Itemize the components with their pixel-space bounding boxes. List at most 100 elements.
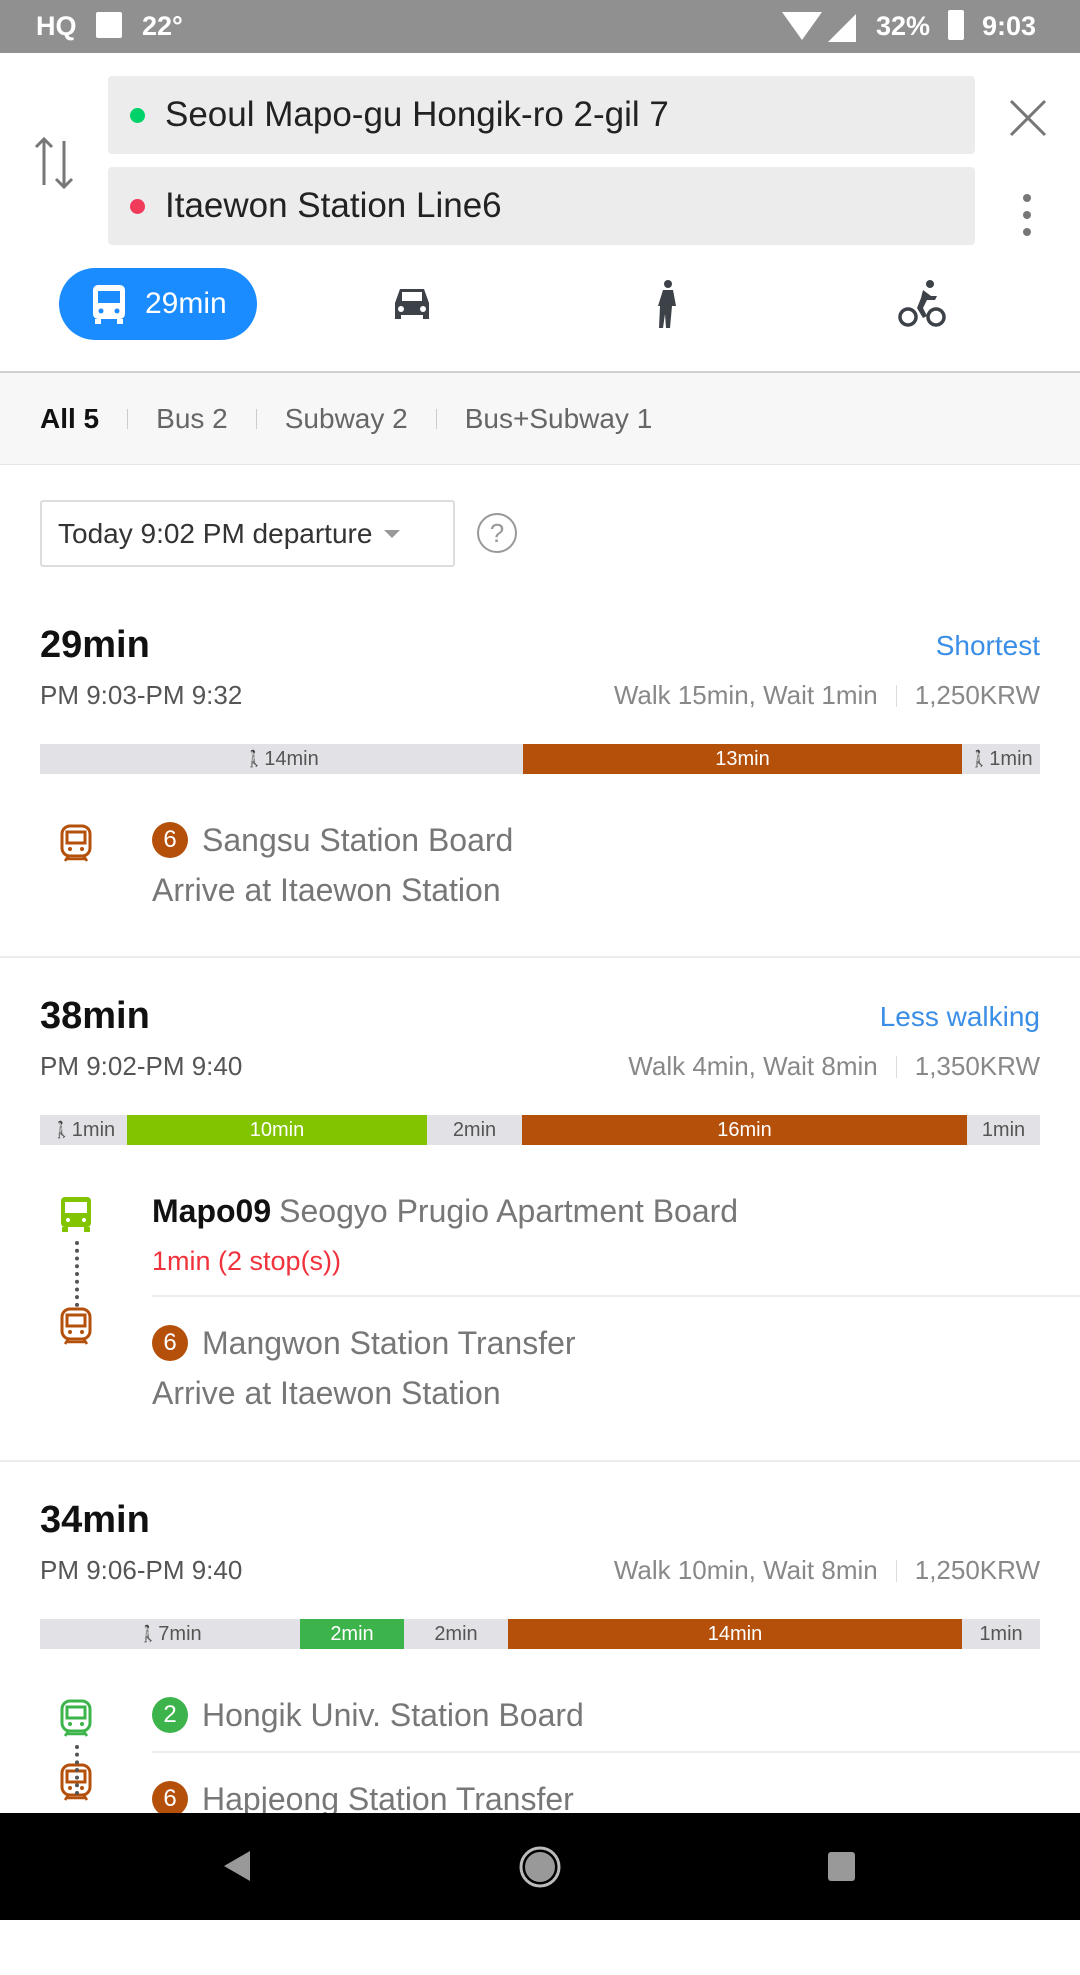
caret-down-icon <box>384 529 401 538</box>
bus-icon <box>61 1197 91 1232</box>
fare: 1,250KRW <box>914 1555 1040 1585</box>
destination-input[interactable]: Itaewon Station Line6 <box>108 167 975 245</box>
transit-duration: 29min <box>145 287 227 320</box>
departure-time-dropdown[interactable]: Today 9:02 PM departure <box>40 500 455 567</box>
segment-label: 2min <box>434 1622 478 1645</box>
step-subtext: 1min (2 stop(s)) <box>152 1245 342 1276</box>
route-time-range: PM 9:03-PM 9:32 <box>40 680 243 710</box>
route-timeline-bar: 🚶 14min 13min 🚶 1min <box>40 744 1040 774</box>
route-search-header: Seoul Mapo-gu Hongik-ro 2-gil 7 Itaewon … <box>0 53 1080 373</box>
route-step[interactable]: Mapo09 Seogyo Prugio Apartment Board 1min … <box>0 1185 1080 1295</box>
route-step[interactable]: 2 Hongik Univ. Station Board <box>0 1689 1080 1751</box>
route-duration: 38min <box>40 995 150 1037</box>
segment-label: 1min <box>71 1118 116 1141</box>
status-bar: HQ 22° 32% 9:03 <box>0 0 1080 53</box>
bicycle-icon[interactable] <box>897 279 947 329</box>
destination-dot-icon <box>130 198 145 214</box>
walk-icon: 🚶 <box>138 1626 159 1643</box>
step-line: 6 Sangsu Station Board <box>152 814 1080 866</box>
walk-icon[interactable] <box>643 279 693 329</box>
origin-text: Seoul Mapo-gu Hongik-ro 2-gil 7 <box>165 95 669 134</box>
segment-label: 16min <box>717 1118 772 1141</box>
segment-label: 1min <box>981 1118 1026 1141</box>
step-text: Sangsu Station Board <box>202 821 514 858</box>
step-text: Mangwon Station Transfer <box>202 1324 576 1361</box>
timeline-segment-gap: 2min <box>427 1115 522 1145</box>
timeline-segment-gap: 2min <box>404 1619 508 1649</box>
segment-label: 1min <box>989 747 1033 770</box>
line-badge: 2 <box>152 1697 188 1733</box>
mode-transit-button[interactable]: 29min <box>59 268 257 340</box>
swap-icon[interactable] <box>32 135 76 191</box>
route-summary: Walk 15min, Wait 1min 1,250KRW <box>614 680 1040 711</box>
car-icon[interactable] <box>387 279 437 329</box>
temperature: 22° <box>142 11 183 41</box>
route-divider <box>0 1460 1080 1462</box>
image-icon <box>96 12 122 38</box>
battery-icon <box>948 10 964 40</box>
tab-all[interactable]: All 5 <box>40 403 113 435</box>
help-icon[interactable]: ? <box>477 513 517 553</box>
subway-icon <box>60 1307 92 1345</box>
route-steps: 6 Sangsu Station Board Arrive at Itaewon S… <box>0 814 1080 924</box>
close-icon[interactable] <box>1008 98 1048 138</box>
step-line: 2 Hongik Univ. Station Board <box>152 1689 1080 1741</box>
fare: 1,250KRW <box>914 680 1040 710</box>
step-text: Hapjeong Station Transfer <box>202 1780 574 1817</box>
segment-label: 2min <box>330 1622 374 1645</box>
step-subtext: Arrive at Itaewon Station <box>152 871 501 908</box>
timeline-segment-line6: 16min <box>522 1115 967 1145</box>
route-step[interactable]: 6 Sangsu Station Board Arrive at Itaewon S… <box>0 814 1080 924</box>
divider <box>895 1559 897 1582</box>
step-line: Mapo09 Seogyo Prugio Apartment Board <box>152 1185 1080 1237</box>
tab-bus[interactable]: Bus 2 <box>142 403 242 435</box>
line-badge: 6 <box>152 822 188 858</box>
route-timeline-bar: 🚶 7min 2min 2min 14min 1min <box>40 1619 1040 1649</box>
walk-wait-summary: Walk 10min, Wait 8min <box>613 1555 878 1585</box>
route-divider <box>0 956 1080 958</box>
step-line: 6 Mangwon Station Transfer <box>152 1317 1080 1369</box>
recents-icon[interactable] <box>828 1852 855 1881</box>
timeline-segment-bus_green: 10min <box>127 1115 427 1145</box>
route-step[interactable]: 6 Mangwon Station Transfer Arrive at Itaew… <box>60 1295 1080 1427</box>
step-text: Seogyo Prugio Apartment Board <box>279 1192 739 1229</box>
fare: 1,350KRW <box>914 1051 1040 1081</box>
tab-bus-subway[interactable]: Bus+Subway 1 <box>451 403 667 435</box>
walk-icon: 🚶 <box>969 751 990 768</box>
timeline-segment-walk: 🚶 14min <box>40 744 523 774</box>
segment-label: 7min <box>158 1622 202 1645</box>
divider <box>895 684 897 707</box>
back-icon[interactable] <box>222 1849 252 1883</box>
timeline-segment-line6: 13min <box>523 744 962 774</box>
bus-number: Mapo09 <box>152 1192 272 1229</box>
walk-wait-summary: Walk 15min, Wait 1min <box>613 680 878 710</box>
connector-dots <box>75 1745 79 1795</box>
walk-icon: 🚶 <box>51 1122 72 1139</box>
route-card[interactable]: 38min Less walking PM 9:02-PM 9:40 Walk 4mi… <box>0 971 1080 1471</box>
route-timeline-bar: 🚶 1min 10min 2min 16min 1min <box>40 1115 1040 1145</box>
clock: 9:03 <box>982 11 1037 41</box>
route-steps: Mapo09 Seogyo Prugio Apartment Board 1min … <box>0 1185 1080 1427</box>
more-vert-icon[interactable] <box>1022 193 1032 237</box>
route-tag: Shortest <box>935 630 1040 661</box>
route-duration: 34min <box>40 1499 150 1541</box>
timeline-segment-line2: 2min <box>300 1619 404 1649</box>
origin-input[interactable]: Seoul Mapo-gu Hongik-ro 2-gil 7 <box>108 76 975 154</box>
timeline-segment-line6: 14min <box>508 1619 962 1649</box>
timeline-segment-walk: 🚶 7min <box>40 1619 300 1649</box>
bus-icon <box>93 285 125 324</box>
route-duration: 29min <box>40 624 150 666</box>
route-summary: Walk 4min, Wait 8min 1,350KRW <box>628 1051 1040 1082</box>
segment-label: 13min <box>715 747 770 770</box>
signal-icon <box>828 14 856 42</box>
divider <box>435 408 437 429</box>
timeline-segment-walk: 🚶 1min <box>40 1115 127 1145</box>
origin-dot-icon <box>130 107 145 123</box>
tab-subway[interactable]: Subway 2 <box>271 403 422 435</box>
home-icon[interactable] <box>518 1845 562 1889</box>
route-time-range: PM 9:02-PM 9:40 <box>40 1051 243 1081</box>
segment-label: 10min <box>249 1118 305 1141</box>
timeline-segment-gap: 1min <box>962 1619 1040 1649</box>
line-badge: 6 <box>152 1325 188 1361</box>
divider <box>127 408 129 429</box>
